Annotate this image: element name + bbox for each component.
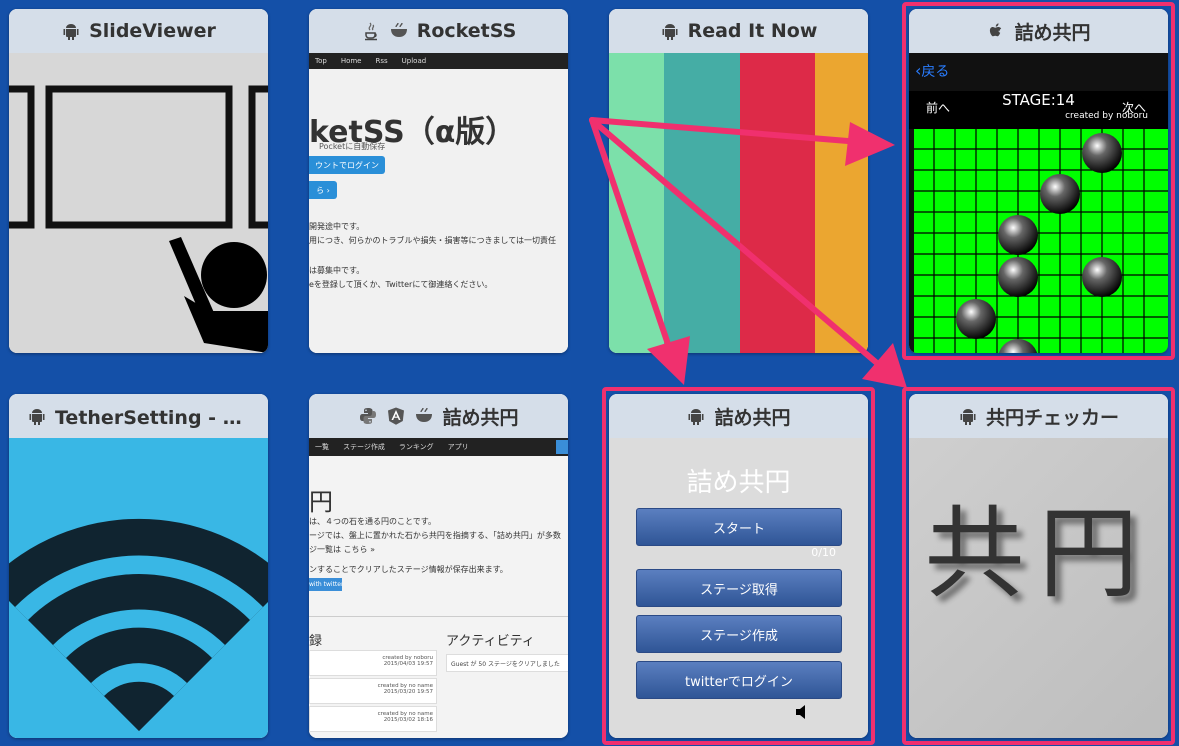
arrow-overlay [589,117,907,388]
arrowhead [647,336,690,385]
arrowhead [862,343,907,388]
arrow-to-ios [589,117,863,145]
arrowhead [845,122,895,166]
